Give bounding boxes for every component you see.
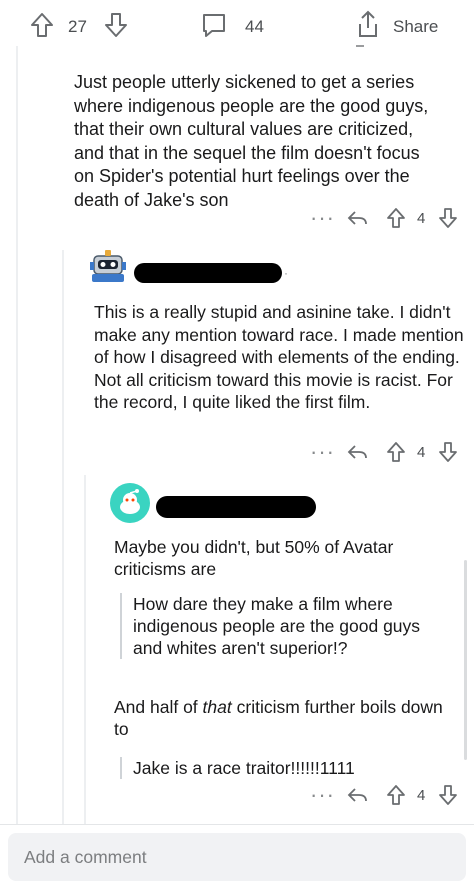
vote-count: 4 [417, 210, 426, 227]
comment-body: Just people utterly sickened to get a se… [74, 72, 429, 210]
more-options-icon[interactable]: ··· [310, 784, 335, 806]
comment-bubble-icon [203, 14, 225, 37]
avatar[interactable] [110, 483, 150, 523]
arrow-up-icon[interactable] [386, 441, 406, 463]
arrow-up-icon [31, 13, 53, 37]
thread-line-level2[interactable] [62, 250, 64, 825]
thread-line-level3[interactable] [84, 475, 86, 825]
blockquote: Jake is a race traitor!!!!!!1111 [120, 757, 433, 779]
reply-icon[interactable] [346, 786, 368, 804]
scrollbar[interactable] [464, 560, 467, 760]
blockquote-text: How dare they make a film where indigeno… [133, 594, 421, 658]
composer-bar [0, 824, 474, 891]
username-redacted [156, 496, 316, 518]
more-options-icon[interactable]: ··· [310, 441, 335, 463]
blockquote-text: Jake is a race traitor!!!!!!1111 [133, 758, 355, 778]
downvote-button[interactable] [104, 12, 128, 38]
upvote-count: 27 [68, 17, 87, 36]
comment-intro: Maybe you didn't, but 50% of Avatar crit… [114, 537, 394, 579]
vote-count: 4 [417, 787, 426, 804]
thread-line-outer[interactable] [16, 46, 18, 826]
arrow-down-icon[interactable] [438, 784, 458, 806]
share-label: Share [393, 17, 439, 36]
reply-icon[interactable] [346, 209, 368, 227]
partial-caret [356, 42, 364, 47]
share-icon [359, 10, 377, 37]
arrow-down-icon [105, 13, 127, 37]
arrow-down-icon[interactable] [438, 441, 458, 463]
username-dot: · [284, 266, 288, 280]
username-redacted [134, 263, 282, 283]
reply-icon[interactable] [346, 443, 368, 461]
vote-count: 4 [417, 444, 426, 461]
blockquote: How dare they make a film where indigeno… [120, 593, 433, 659]
paragraph-start: And half of [114, 697, 203, 717]
arrow-up-icon[interactable] [386, 207, 406, 229]
comment-count: 44 [245, 17, 264, 36]
emphasis-text: that [202, 697, 232, 717]
share-button[interactable]: Share [355, 10, 447, 40]
snoo-avatar-icon [110, 483, 150, 523]
post-action-bar: 27 44 Share [0, 0, 474, 46]
arrow-down-icon[interactable] [438, 207, 458, 229]
comment-body: This is a really stupid and asinine take… [94, 302, 464, 412]
upvote-button[interactable] [30, 12, 54, 38]
comments-button[interactable] [200, 11, 228, 39]
avatar[interactable] [88, 246, 128, 286]
arrow-up-icon[interactable] [386, 784, 406, 806]
more-options-icon[interactable]: ··· [310, 207, 335, 229]
robot-avatar-icon [90, 250, 126, 282]
comment-input[interactable] [8, 833, 466, 881]
comment-paragraph: And half of that criticism further boils… [114, 696, 444, 740]
